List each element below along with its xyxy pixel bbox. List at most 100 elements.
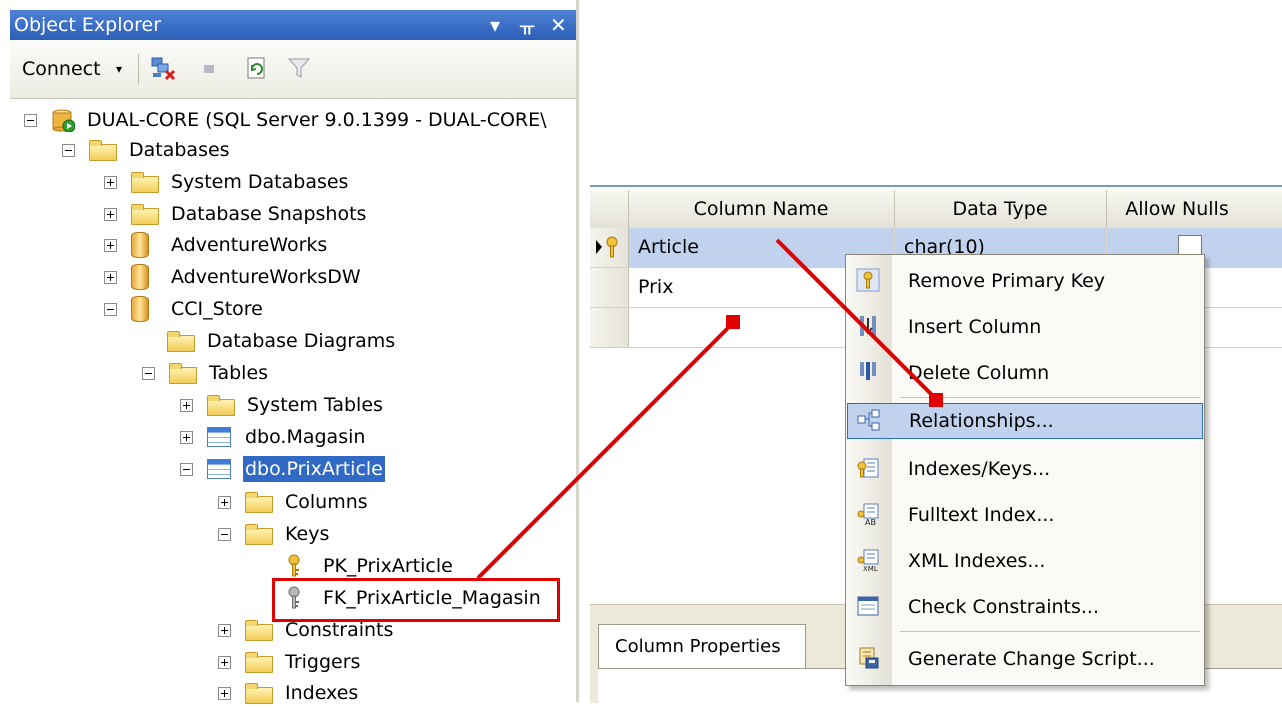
refresh-icon[interactable] xyxy=(244,55,270,81)
server-icon xyxy=(52,109,75,132)
tree-item-indexes[interactable]: Indexes xyxy=(218,678,360,708)
menu-separator xyxy=(900,397,1200,398)
tree-label: Keys xyxy=(285,523,330,545)
menu-item-fulltext-index[interactable]: AB Fulltext Index... xyxy=(846,493,1202,537)
primary-key-icon xyxy=(856,268,880,292)
menu-item-relationships[interactable]: Relationships... xyxy=(847,403,1203,439)
tree-label: Columns xyxy=(285,491,368,513)
folder-icon xyxy=(245,683,273,704)
tree-item-columns[interactable]: Columns xyxy=(218,487,370,517)
data-type-header[interactable]: Data Type xyxy=(894,190,1107,228)
svg-text:AB: AB xyxy=(865,518,876,526)
tree-item-databases[interactable]: Databases xyxy=(62,135,232,165)
folder-icon xyxy=(131,172,159,193)
menu-item-label: Delete Column xyxy=(908,362,1050,384)
tree-item-dbo-magasin[interactable]: dbo.Magasin xyxy=(180,422,367,452)
expand-icon[interactable] xyxy=(104,238,117,252)
tree-item-database-snapshots[interactable]: Database Snapshots xyxy=(104,199,368,229)
menu-item-indexes-keys[interactable]: Indexes/Keys... xyxy=(846,447,1202,491)
folder-icon xyxy=(131,204,159,225)
check-constraints-icon xyxy=(857,596,879,616)
menu-item-label: Remove Primary Key xyxy=(908,270,1106,292)
tree-item-tables[interactable]: Tables xyxy=(142,358,270,388)
designer-header-row: Column Name Data Type Allow Nulls xyxy=(590,190,1282,229)
menu-item-generate-change-script[interactable]: Generate Change Script... xyxy=(846,637,1202,681)
current-row-key-icon xyxy=(596,236,618,258)
expand-icon[interactable] xyxy=(180,430,193,444)
collapse-icon[interactable] xyxy=(218,527,231,541)
tree-item-database-diagrams[interactable]: Database Diagrams xyxy=(142,326,397,356)
generate-script-icon xyxy=(859,647,879,669)
tree-label: AdventureWorks xyxy=(171,234,328,256)
tree-label: Database Diagrams xyxy=(207,330,396,352)
collapse-icon[interactable] xyxy=(104,302,117,316)
close-icon[interactable]: ✕ xyxy=(550,13,567,37)
filter-icon[interactable] xyxy=(286,55,312,81)
row-selector[interactable] xyxy=(590,308,629,347)
tree-label: Triggers xyxy=(285,651,361,673)
stop-icon[interactable] xyxy=(196,55,222,81)
tree-label: System Tables xyxy=(247,394,383,416)
object-explorer-title: Object Explorer xyxy=(14,14,162,36)
tree-item-triggers[interactable]: Triggers xyxy=(218,647,362,677)
tree-label: PK_PrixArticle xyxy=(323,555,453,577)
collapse-icon[interactable] xyxy=(142,366,155,380)
table-icon xyxy=(207,459,231,479)
connect-dropdown-icon[interactable]: ▾ xyxy=(116,62,122,76)
tree-label: AdventureWorksDW xyxy=(171,266,361,288)
tree-item-adventureworksdw[interactable]: AdventureWorksDW xyxy=(104,262,363,292)
tree-item-cci-store[interactable]: CCI_Store xyxy=(104,294,265,324)
pin-icon[interactable]: ᚂ xyxy=(520,13,534,37)
expand-icon[interactable] xyxy=(104,207,117,221)
collapse-icon[interactable] xyxy=(24,113,37,127)
row-selector-header xyxy=(590,190,629,228)
tree-item-dbo-prixarticle[interactable]: dbo.PrixArticle xyxy=(180,454,385,484)
menu-item-xml-indexes[interactable]: XML XML Indexes... xyxy=(846,539,1202,583)
menu-item-label: Check Constraints... xyxy=(908,596,1100,618)
disconnect-icon[interactable] xyxy=(150,55,176,81)
menu-item-label: Generate Change Script... xyxy=(908,648,1155,670)
expand-icon[interactable] xyxy=(104,175,117,189)
expand-icon[interactable] xyxy=(218,686,231,700)
indexes-keys-icon xyxy=(857,458,879,478)
menu-item-remove-primary-key[interactable]: Remove Primary Key xyxy=(846,259,1202,303)
menu-item-insert-column[interactable]: Insert Column xyxy=(846,305,1202,349)
expand-icon[interactable] xyxy=(218,495,231,509)
context-menu: Remove Primary Key Insert Column Delete … xyxy=(845,254,1205,686)
xml-indexes-icon: XML xyxy=(857,549,879,572)
tree-item-adventureworks[interactable]: AdventureWorks xyxy=(104,230,329,260)
expand-icon[interactable] xyxy=(104,270,117,284)
dropdown-arrow-icon[interactable]: ▾ xyxy=(490,13,500,37)
row-selector[interactable] xyxy=(590,268,629,307)
collapse-icon[interactable] xyxy=(180,462,193,476)
tree-label: Databases xyxy=(129,139,230,161)
expand-icon[interactable] xyxy=(180,398,193,412)
connect-button[interactable]: Connect xyxy=(22,58,101,80)
expand-icon[interactable] xyxy=(218,655,231,669)
row-selector[interactable] xyxy=(590,228,629,267)
tree-item-server[interactable]: DUAL-CORE (SQL Server 9.0.1399 - DUAL-CO… xyxy=(24,105,549,135)
delete-column-icon xyxy=(860,362,876,380)
folder-icon xyxy=(245,524,273,545)
object-explorer-toolbar: Connect ▾ xyxy=(10,40,578,99)
menu-item-check-constraints[interactable]: Check Constraints... xyxy=(846,585,1202,629)
primary-key-icon xyxy=(288,554,300,577)
folder-icon xyxy=(245,652,273,673)
tree-item-system-databases[interactable]: System Databases xyxy=(104,167,350,197)
folder-icon xyxy=(167,331,195,352)
allow-nulls-header[interactable]: Allow Nulls xyxy=(1106,190,1248,228)
svg-text:XML: XML xyxy=(863,565,878,572)
table-icon xyxy=(207,427,231,447)
database-icon xyxy=(131,232,149,258)
tab-column-properties[interactable]: Column Properties xyxy=(598,624,806,670)
expand-icon[interactable] xyxy=(218,623,231,637)
tree-item-pk-prixarticle[interactable]: PK_PrixArticle xyxy=(258,551,455,581)
collapse-icon[interactable] xyxy=(62,143,75,157)
fulltext-index-icon: AB xyxy=(857,503,879,526)
menu-item-delete-column[interactable]: Delete Column xyxy=(846,351,1202,395)
tree-item-system-tables[interactable]: System Tables xyxy=(180,390,385,420)
panel-splitter[interactable] xyxy=(576,0,579,702)
column-name-header[interactable]: Column Name xyxy=(628,190,895,228)
tree-item-keys[interactable]: Keys xyxy=(218,519,331,549)
tree-label-selected: dbo.PrixArticle xyxy=(243,456,385,482)
